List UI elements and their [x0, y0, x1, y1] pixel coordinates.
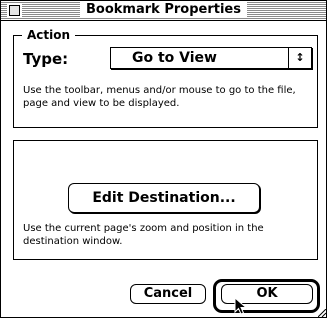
- action-group-label: Action: [22, 29, 76, 41]
- arrow-pointer-icon: [234, 297, 248, 315]
- edit-destination-button[interactable]: Edit Destination...: [68, 183, 260, 213]
- type-selected-value: Go to View: [132, 50, 217, 66]
- type-label: Type:: [23, 50, 69, 68]
- resize-grip-icon[interactable]: [318, 309, 326, 317]
- up-down-arrows-icon: ↕: [288, 48, 311, 68]
- action-help-text: Use the toolbar, menus and/or mouse to g…: [23, 85, 296, 109]
- window-title: Bookmark Properties: [1, 2, 326, 17]
- type-popup-menu[interactable]: Go to View ↕: [110, 47, 312, 69]
- cancel-button[interactable]: Cancel: [130, 284, 206, 304]
- destination-help-text: Use the current page's zoom and position…: [23, 223, 264, 247]
- window-title-text: Bookmark Properties: [80, 2, 247, 17]
- title-bar[interactable]: Bookmark Properties: [1, 1, 326, 21]
